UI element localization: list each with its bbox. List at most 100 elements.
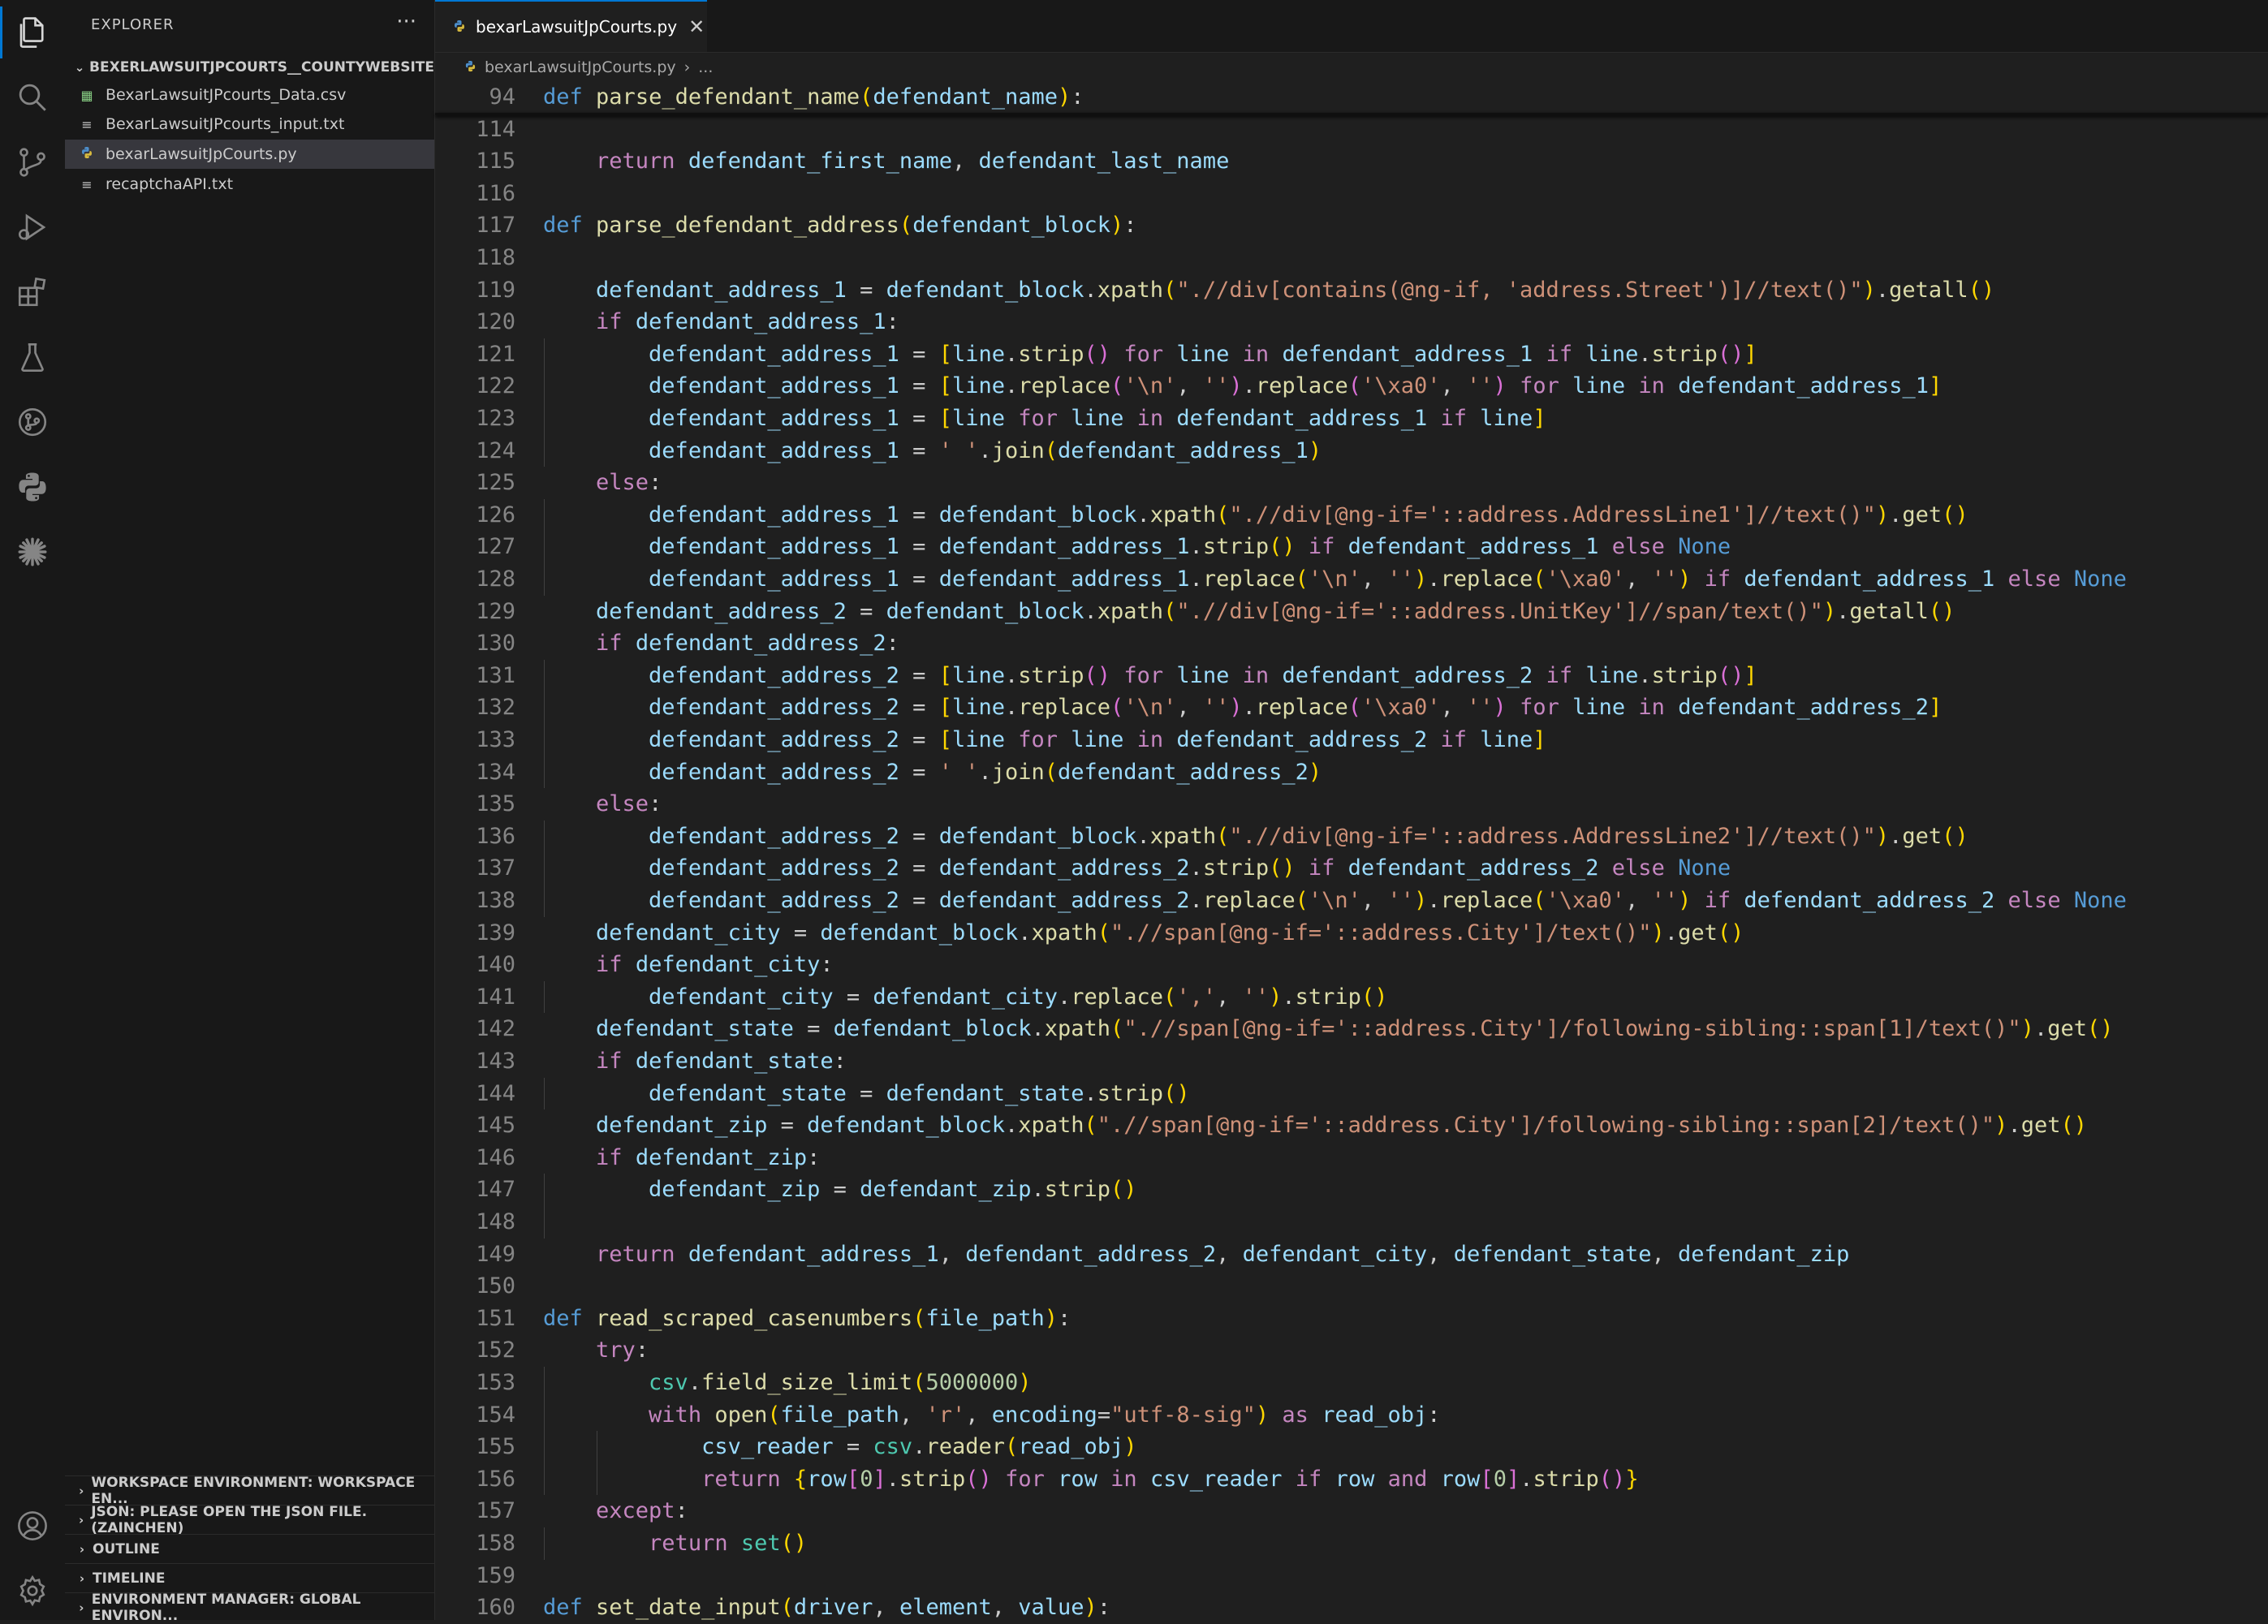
code-line[interactable]: defendant_address_1 = [line for line in …: [543, 403, 1546, 435]
account-icon[interactable]: [0, 1493, 65, 1558]
file-item-recaptcha-txt[interactable]: ≡ recaptchaAPI.txt: [65, 170, 434, 199]
line-number: 144: [476, 1080, 515, 1106]
code-line[interactable]: def read_scraped_casenumbers(file_path):: [543, 1303, 1071, 1335]
line-number: 152: [476, 1338, 515, 1363]
line-number: 120: [476, 309, 515, 335]
settings-gear-icon[interactable]: [0, 1558, 65, 1623]
code-line[interactable]: defendant_address_2 = [line.replace('\n'…: [543, 691, 1942, 724]
file-item-py[interactable]: bexarLawsuitJpCourts.py: [65, 140, 434, 169]
code-line[interactable]: return defendant_first_name, defendant_l…: [543, 145, 1229, 178]
section-json[interactable]: › JSON: PLEASE OPEN THE JSON FILE.(ZAINC…: [65, 1504, 434, 1536]
source-control-icon[interactable]: [0, 130, 65, 195]
code-line[interactable]: else:: [543, 788, 662, 821]
section-environment-manager[interactable]: › ENVIRONMENT MANAGER: GLOBAL ENVIRON...: [65, 1592, 434, 1624]
csv-icon: ▦: [80, 87, 93, 103]
claude-icon[interactable]: [0, 519, 65, 584]
code-line[interactable]: defendant_address_2 = defendant_address_…: [543, 852, 1731, 885]
sticky-scroll-line[interactable]: def parse_defendant_name(defendant_name)…: [543, 81, 1084, 114]
line-number: 122: [476, 373, 515, 399]
workspace-folder[interactable]: ⌄ BEXERLAWSUITJPCOURTS__COUNTYWEBSITE: [65, 54, 434, 81]
sticky-scroll-shadow: [435, 113, 2268, 115]
line-number: 148: [476, 1209, 515, 1234]
code-line[interactable]: def set_date_input(driver, element, valu…: [543, 1592, 1110, 1624]
code-line[interactable]: try:: [543, 1334, 649, 1367]
code-line[interactable]: with open(file_path, 'r', encoding="utf-…: [543, 1399, 1440, 1432]
code-line[interactable]: defendant_address_1 = defendant_block.xp…: [543, 274, 1994, 307]
line-number: 117: [476, 213, 515, 239]
code-line[interactable]: return set(): [543, 1527, 807, 1560]
explorer-sidebar: EXPLORER ··· ⌄ BEXERLAWSUITJPCOURTS__COU…: [65, 0, 435, 1624]
code-line[interactable]: defendant_state = defendant_state.strip(…: [543, 1078, 1190, 1110]
code-line[interactable]: if defendant_state:: [543, 1045, 847, 1078]
code-line[interactable]: def parse_defendant_address(defendant_bl…: [543, 209, 1137, 242]
line-number: 119: [476, 277, 515, 303]
code-line[interactable]: else:: [543, 467, 662, 499]
line-number: 147: [476, 1177, 515, 1203]
python-file-icon: [453, 17, 466, 37]
line-number: 160: [476, 1595, 515, 1621]
section-label: TIMELINE: [93, 1570, 166, 1587]
run-debug-icon[interactable]: [0, 195, 65, 260]
file-item-input-txt[interactable]: ≡ BexarLawsuitJPcourts_input.txt: [65, 110, 434, 139]
code-line[interactable]: return {row[0].strip() for row in csv_re…: [543, 1463, 1639, 1496]
breadcrumb-more[interactable]: ...: [698, 58, 713, 76]
code-line[interactable]: defendant_zip = defendant_zip.strip(): [543, 1174, 1137, 1206]
line-number: 150: [476, 1273, 515, 1299]
chevron-right-icon: ›: [79, 1484, 84, 1498]
file-item-csv[interactable]: ▦ BexarLawsuitJPcourts_Data.csv: [65, 80, 434, 110]
section-timeline[interactable]: › TIMELINE: [65, 1563, 434, 1593]
code-line[interactable]: except:: [543, 1495, 688, 1527]
more-actions-button[interactable]: ···: [396, 10, 416, 34]
code-line[interactable]: defendant_address_2 = defendant_address_…: [543, 885, 2127, 917]
editor-tab-bar: bexarLawsuitJpCourts.py ✕: [435, 0, 2268, 53]
code-line[interactable]: defendant_city = defendant_block.xpath("…: [543, 917, 1744, 950]
code-line[interactable]: defendant_address_1 = [line.strip() for …: [543, 338, 1757, 371]
code-line[interactable]: defendant_address_1 = [line.replace('\n'…: [543, 370, 1942, 403]
breadcrumb-file[interactable]: bexarLawsuitJpCourts.py: [485, 58, 676, 76]
indent-guide: [544, 756, 545, 789]
section-workspace-environment[interactable]: › WORKSPACE ENVIRONMENT: WORKSPACE EN...: [65, 1475, 434, 1507]
line-number: 154: [476, 1402, 515, 1428]
code-line[interactable]: if defendant_address_2:: [543, 627, 899, 660]
line-number: 143: [476, 1049, 515, 1074]
code-line[interactable]: defendant_address_1 = defendant_block.xp…: [543, 499, 1968, 532]
chevron-right-icon: ›: [79, 1513, 84, 1527]
code-line[interactable]: defendant_address_2 = defendant_block.xp…: [543, 821, 1968, 853]
code-line[interactable]: defendant_state = defendant_block.xpath(…: [543, 1013, 2114, 1045]
code-line[interactable]: defendant_address_2 = ' '.join(defendant…: [543, 756, 1322, 789]
code-line[interactable]: defendant_address_1 = ' '.join(defendant…: [543, 435, 1322, 467]
close-icon[interactable]: ✕: [688, 15, 705, 38]
code-line[interactable]: defendant_address_2 = [line.strip() for …: [543, 660, 1757, 692]
indent-guide: [544, 1367, 545, 1399]
code-line[interactable]: defendant_address_1 = defendant_address_…: [543, 531, 1731, 563]
code-line[interactable]: defendant_address_2 = [line for line in …: [543, 724, 1546, 756]
code-line[interactable]: defendant_address_1 = defendant_address_…: [543, 563, 2127, 596]
github-icon[interactable]: [0, 390, 65, 454]
testing-icon[interactable]: [0, 325, 65, 390]
line-number: 151: [476, 1305, 515, 1331]
indent-guide: [544, 403, 545, 435]
code-line[interactable]: if defendant_city:: [543, 949, 834, 981]
indent-guide: [544, 1077, 545, 1110]
code-line[interactable]: defendant_zip = defendant_block.xpath(".…: [543, 1109, 2087, 1142]
code-editor[interactable]: 94 def parse_defendant_name(defendant_nam…: [435, 81, 2268, 1620]
code-line[interactable]: if defendant_address_1:: [543, 306, 899, 338]
code-line[interactable]: if defendant_zip:: [543, 1142, 820, 1174]
search-icon[interactable]: [0, 65, 65, 130]
code-line[interactable]: return defendant_address_1, defendant_ad…: [543, 1238, 1849, 1271]
breadcrumb: bexarLawsuitJpCourts.py › ...: [435, 54, 2268, 81]
code-line[interactable]: defendant_city = defendant_city.replace(…: [543, 981, 1387, 1014]
code-line[interactable]: csv_reader = csv.reader(read_obj): [543, 1431, 1137, 1463]
sidebar-title: EXPLORER: [91, 16, 175, 33]
line-number: 146: [476, 1144, 515, 1170]
section-outline[interactable]: › OUTLINE: [65, 1534, 434, 1564]
code-line[interactable]: [543, 1206, 596, 1238]
tab-bexarlawsuitjpcourts-py[interactable]: bexarLawsuitJpCourts.py ✕: [435, 0, 707, 52]
line-number: 133: [476, 727, 515, 752]
code-line[interactable]: defendant_address_2 = defendant_block.xp…: [543, 596, 1955, 628]
extensions-icon[interactable]: [0, 260, 65, 325]
code-line[interactable]: csv.field_size_limit(5000000): [543, 1367, 1031, 1399]
explorer-icon[interactable]: [0, 0, 65, 65]
indent-guide: [544, 724, 545, 756]
python-icon[interactable]: [0, 454, 65, 519]
